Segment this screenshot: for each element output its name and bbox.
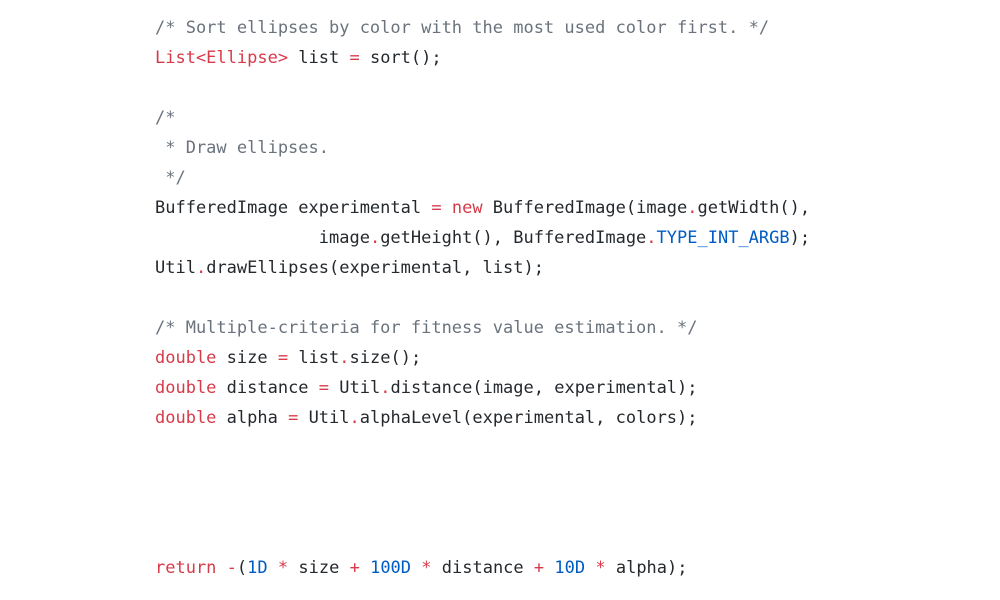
code-token: * Draw ellipses. xyxy=(155,138,329,158)
code-line: /* Sort ellipses by color with the most … xyxy=(155,13,769,43)
code-token: alpha xyxy=(216,408,289,428)
code-line: return -(1D * size + 100D * distance + 1… xyxy=(155,553,688,583)
code-line: BufferedImage experimental = new Buffere… xyxy=(155,193,810,223)
code-token: = xyxy=(288,408,299,428)
code-token: double xyxy=(155,408,217,428)
code-token: new xyxy=(451,198,483,218)
code-token: . xyxy=(339,348,350,368)
code-token: 10D xyxy=(554,558,586,578)
code-line: * Draw ellipses. xyxy=(155,133,329,163)
code-line: Util.drawEllipses(experimental, list); xyxy=(155,253,544,283)
code-token: TYPE_INT_ARGB xyxy=(656,228,790,248)
code-token: * xyxy=(421,558,432,578)
code-token: alphaLevel(experimental, colors); xyxy=(359,408,698,428)
code-token: list xyxy=(288,48,350,68)
code-line: image.getHeight(), BufferedImage.TYPE_IN… xyxy=(155,223,810,253)
code-token: double xyxy=(155,348,217,368)
code-line: */ xyxy=(155,163,186,193)
code-token: distance(image, experimental); xyxy=(390,378,698,398)
code-token: getWidth(), xyxy=(697,198,811,218)
code-token: list xyxy=(288,348,340,368)
code-token: List<Ellipse> xyxy=(155,48,289,68)
code-token: size xyxy=(288,558,350,578)
code-token: /* Multiple-criteria for fitness value e… xyxy=(155,318,698,338)
code-token: size xyxy=(216,348,278,368)
code-token: Util xyxy=(155,258,196,278)
code-token: - xyxy=(226,558,237,578)
code-view: /* Sort ellipses by color with the most … xyxy=(0,0,1000,600)
code-token: return xyxy=(155,558,217,578)
code-token: ( xyxy=(236,558,248,578)
code-line: double alpha = Util.alphaLevel(experimen… xyxy=(155,403,698,433)
code-token: . xyxy=(369,228,381,248)
code-token: * xyxy=(277,558,289,578)
code-token: sort(); xyxy=(359,48,442,68)
code-token: BufferedImage experimental xyxy=(155,198,432,218)
code-token: drawEllipses(experimental, list); xyxy=(206,258,544,278)
code-token: = xyxy=(318,378,330,398)
code-token: alpha); xyxy=(605,558,688,578)
code-token: . xyxy=(349,408,360,428)
code-token: = xyxy=(431,198,442,218)
code-token: + xyxy=(349,558,360,578)
code-token: Util xyxy=(298,408,350,428)
code-token: double xyxy=(155,378,217,398)
code-token: . xyxy=(195,258,207,278)
code-token: = xyxy=(277,348,289,368)
code-line: List<Ellipse> list = sort(); xyxy=(155,43,442,73)
code-token: Util xyxy=(329,378,381,398)
code-token: * xyxy=(595,558,606,578)
code-token: . xyxy=(380,378,391,398)
code-token: distance xyxy=(216,378,319,398)
code-token: = xyxy=(349,48,360,68)
code-line: /* Multiple-criteria for fitness value e… xyxy=(155,313,697,343)
code-line: double size = list.size(); xyxy=(155,343,421,373)
code-token: */ xyxy=(155,168,186,188)
code-token: . xyxy=(646,228,657,248)
code-token: BufferedImage(image xyxy=(482,198,688,218)
code-token: + xyxy=(533,558,545,578)
code-token: ); xyxy=(789,228,811,248)
code-line: double distance = Util.distance(image, e… xyxy=(155,373,698,403)
code-token: /* xyxy=(155,108,176,128)
code-token: getHeight(), BufferedImage xyxy=(380,228,647,248)
code-token: size(); xyxy=(349,348,422,368)
code-token: 100D xyxy=(370,558,412,578)
code-token: distance xyxy=(431,558,534,578)
code-line: /* xyxy=(155,103,175,133)
code-token: /* Sort ellipses by color with the most … xyxy=(155,18,770,38)
code-token: . xyxy=(687,198,698,218)
code-token: 1D xyxy=(247,558,268,578)
code-token: image xyxy=(155,228,370,248)
